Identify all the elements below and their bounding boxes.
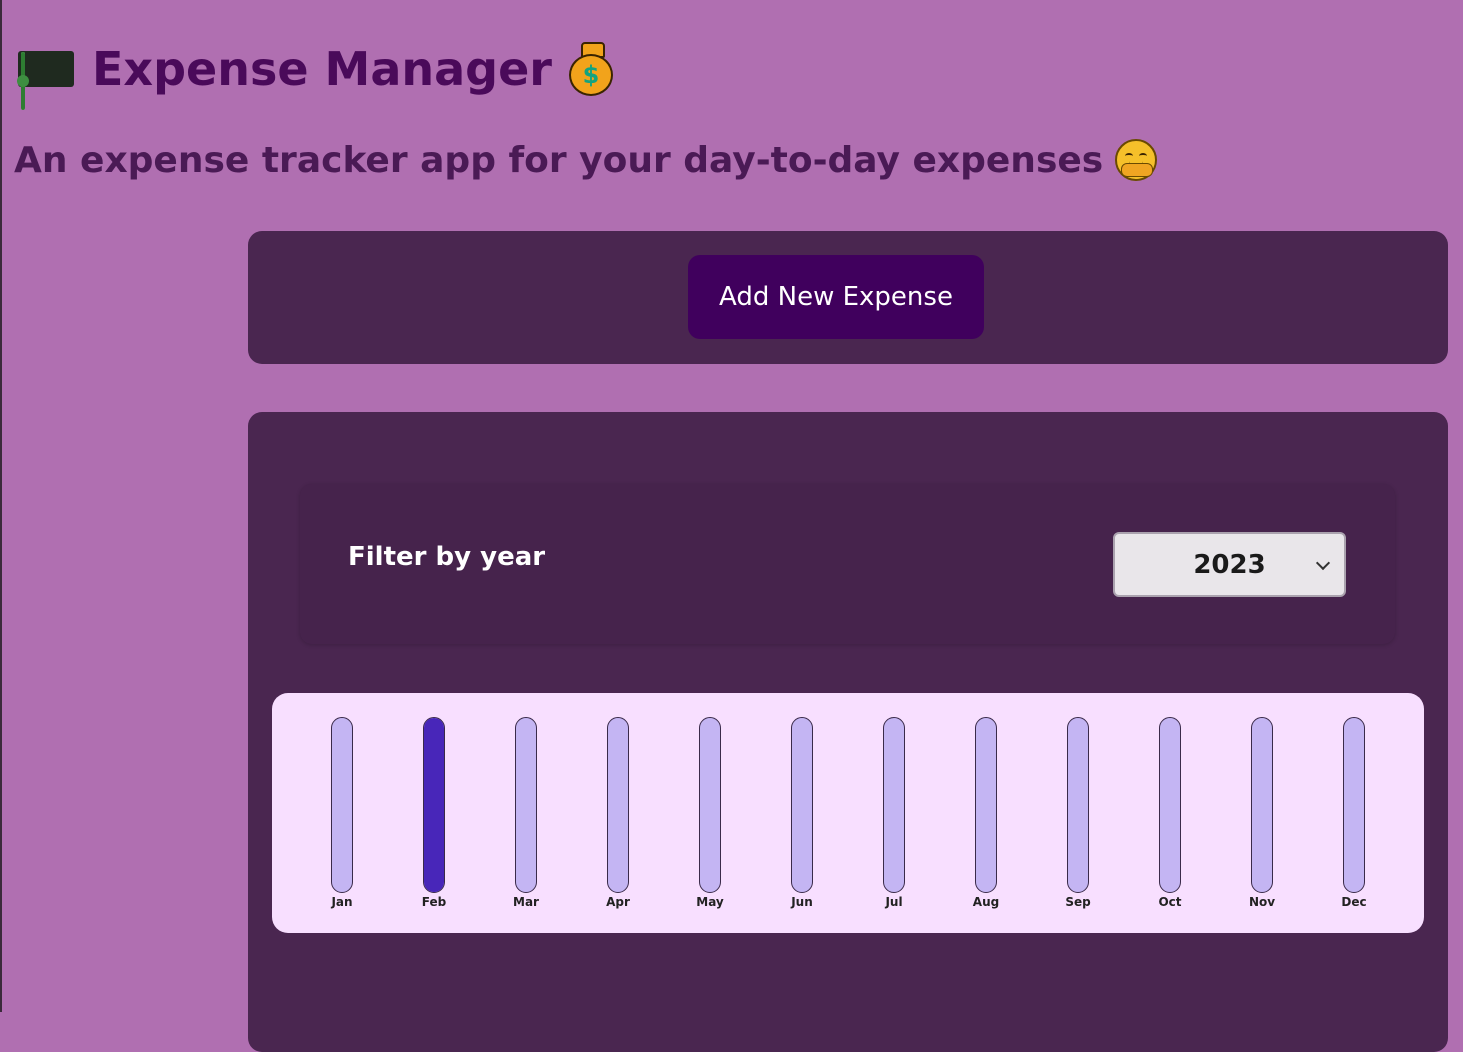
chart-bar-aug: Aug bbox=[956, 717, 1016, 917]
chart-bar-track bbox=[331, 717, 353, 893]
new-expense-panel: Add New Expense bbox=[248, 231, 1448, 364]
chart-bar-label: Feb bbox=[421, 895, 447, 909]
chart-bar-track bbox=[1251, 717, 1273, 893]
chart-bar-label: Sep bbox=[1065, 895, 1091, 909]
chart-bar-track bbox=[699, 717, 721, 893]
chart-bar-track bbox=[1343, 717, 1365, 893]
chart-bar-sep: Sep bbox=[1048, 717, 1108, 917]
hugging-face-icon bbox=[1115, 139, 1158, 181]
chart-bar-apr: Apr bbox=[588, 717, 648, 917]
chart-bar-track bbox=[883, 717, 905, 893]
chart-bar-jun: Jun bbox=[772, 717, 832, 917]
chart-bar-track bbox=[607, 717, 629, 893]
money-bill-icon bbox=[18, 51, 74, 110]
add-new-expense-button[interactable]: Add New Expense bbox=[688, 255, 984, 339]
app-subtitle: An expense tracker app for your day-to-d… bbox=[14, 134, 1158, 186]
window-edge bbox=[0, 0, 2, 1012]
chart-bar-track bbox=[975, 717, 997, 893]
year-filter: Filter by year 2023 bbox=[300, 484, 1395, 644]
expenses-panel: Filter by year 2023 Jan Feb Mar Apr May Jun Ju… bbox=[248, 412, 1448, 1052]
chart-bar-track bbox=[515, 717, 537, 893]
chart-bar-may: May bbox=[680, 717, 740, 917]
chart-bar-label: Aug bbox=[972, 895, 1000, 909]
chart-bar-track bbox=[423, 717, 445, 893]
year-select[interactable]: 2023 bbox=[1113, 532, 1346, 597]
year-select-value: 2023 bbox=[1193, 549, 1266, 580]
chart-bar-feb: Feb bbox=[404, 717, 464, 917]
chart-bar-label: Oct bbox=[1158, 895, 1182, 909]
chart-bar-label: Nov bbox=[1248, 895, 1276, 909]
chevron-down-icon bbox=[1315, 555, 1331, 571]
expenses-chart: Jan Feb Mar Apr May Jun Jul Aug Sep Oct Nov Dec bbox=[272, 693, 1424, 933]
chart-bar-fill bbox=[424, 718, 444, 892]
chart-bar-track bbox=[1067, 717, 1089, 893]
chart-bar-jul: Jul bbox=[864, 717, 924, 917]
chart-bar-track bbox=[1159, 717, 1181, 893]
app-title-text: Expense Manager bbox=[92, 42, 552, 96]
money-bag-icon: $ bbox=[568, 42, 614, 96]
chart-bar-track bbox=[791, 717, 813, 893]
chart-bar-label: Mar bbox=[513, 895, 539, 909]
app-subtitle-text: An expense tracker app for your day-to-d… bbox=[14, 139, 1104, 181]
filter-label: Filter by year bbox=[348, 542, 546, 572]
chart-bar-jan: Jan bbox=[312, 717, 372, 917]
app-title: Expense Manager $ bbox=[18, 34, 614, 110]
chart-bar-oct: Oct bbox=[1140, 717, 1200, 917]
chart-bar-nov: Nov bbox=[1232, 717, 1292, 917]
chart-bar-label: Apr bbox=[606, 895, 630, 909]
chart-bar-mar: Mar bbox=[496, 717, 556, 917]
chart-bar-label: Dec bbox=[1341, 895, 1367, 909]
chart-bar-label: Jun bbox=[791, 895, 813, 909]
chart-bar-label: May bbox=[696, 895, 724, 909]
chart-bar-label: Jul bbox=[885, 895, 903, 909]
chart-bar-label: Jan bbox=[331, 895, 353, 909]
chart-bar-dec: Dec bbox=[1324, 717, 1384, 917]
